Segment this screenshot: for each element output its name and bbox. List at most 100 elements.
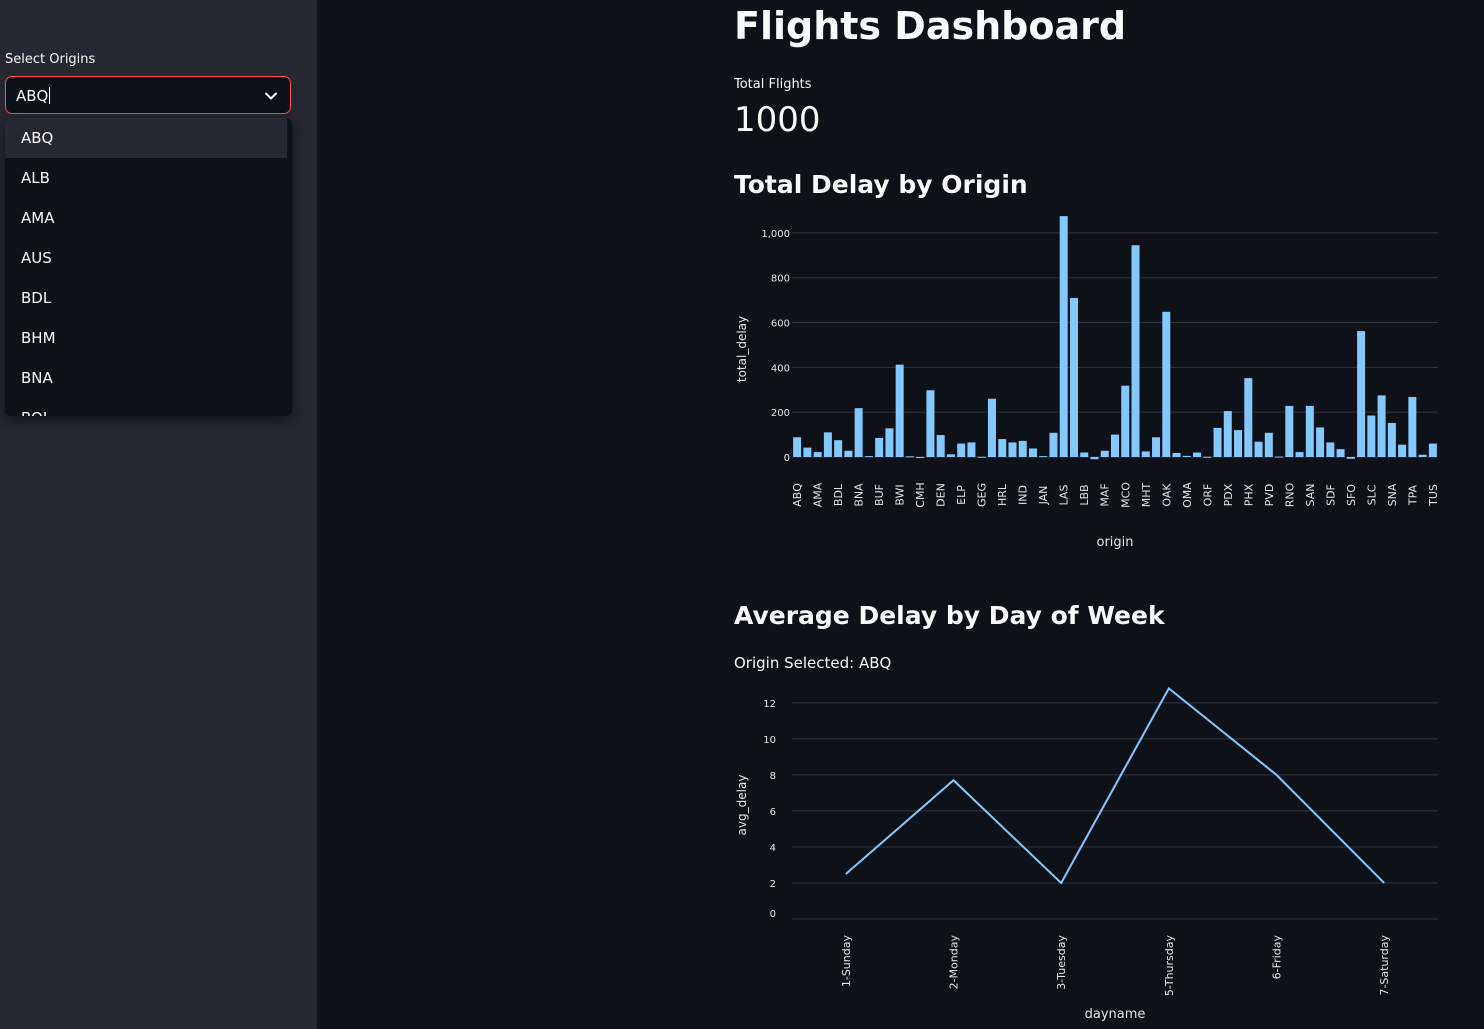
x-tick-label: PHX bbox=[1242, 483, 1255, 506]
y-tick-label: 4 bbox=[770, 843, 776, 854]
bar bbox=[1377, 395, 1386, 457]
x-tick-label: ELP bbox=[955, 485, 968, 505]
y-tick-label: 2 bbox=[770, 879, 776, 890]
select-origins-label: Select Origins bbox=[5, 52, 96, 67]
x-tick-label: BWI bbox=[894, 484, 907, 505]
dropdown-option[interactable]: BDL bbox=[5, 278, 287, 318]
y-tick-label: 400 bbox=[771, 363, 790, 374]
bar bbox=[998, 439, 1007, 457]
x-tick-label: BNA bbox=[853, 483, 866, 507]
x-tick-label: BUF bbox=[873, 484, 886, 506]
bar bbox=[1182, 455, 1191, 457]
x-tick-label: JAN bbox=[1037, 486, 1050, 506]
bar bbox=[1131, 245, 1140, 457]
bar bbox=[793, 437, 802, 457]
y-axis-label: avg_delay bbox=[735, 775, 749, 836]
x-tick-label: ORF bbox=[1201, 484, 1214, 507]
avg-delay-line-chart[interactable]: 0 2 4 6 8 10 12 1-Sunday 2-Monday 3-Tuesday 5-Thur… bbox=[728, 683, 1448, 1023]
x-tick-label: GEG bbox=[976, 483, 989, 507]
x-tick-label: MCO bbox=[1119, 482, 1132, 508]
x-tick-label: 6-Friday bbox=[1271, 935, 1284, 980]
bar bbox=[1244, 378, 1253, 457]
x-tick-label: 2-Monday bbox=[948, 935, 961, 990]
bar bbox=[875, 437, 884, 457]
bar bbox=[1275, 456, 1284, 458]
bar bbox=[1367, 415, 1376, 457]
bar bbox=[1336, 449, 1345, 457]
bar bbox=[1028, 448, 1037, 457]
series-line bbox=[845, 686, 1385, 885]
bar bbox=[1039, 456, 1048, 458]
x-tick-label: SLC bbox=[1365, 484, 1378, 505]
x-tick-label: TPA bbox=[1406, 484, 1419, 506]
y-tick-label: 600 bbox=[771, 319, 790, 330]
dropdown-option[interactable]: BNA bbox=[5, 358, 287, 398]
x-tick-label: OMA bbox=[1181, 482, 1194, 508]
bar bbox=[1121, 385, 1130, 457]
bar bbox=[1254, 441, 1263, 457]
bar bbox=[1008, 442, 1017, 457]
x-tick-label: TUS bbox=[1427, 484, 1440, 507]
chevron-down-icon[interactable] bbox=[264, 88, 278, 107]
x-tick-label: PVD bbox=[1263, 484, 1276, 507]
dropdown-option[interactable]: BOI bbox=[5, 398, 287, 416]
bar bbox=[1018, 440, 1027, 457]
bar bbox=[936, 435, 945, 457]
dropdown-option[interactable]: AUS bbox=[5, 238, 287, 278]
y-tick-label: 200 bbox=[771, 408, 790, 419]
x-tick-label: RNO bbox=[1283, 482, 1296, 507]
bar bbox=[1285, 405, 1294, 457]
x-tick-label: SAN bbox=[1304, 484, 1317, 507]
bar bbox=[1234, 430, 1243, 457]
y-tick-label: 6 bbox=[770, 807, 776, 818]
y-tick-label: 0 bbox=[784, 453, 790, 464]
x-tick-label: SDF bbox=[1324, 484, 1337, 506]
x-axis-label: origin bbox=[1096, 535, 1133, 550]
x-tick-label: DEN bbox=[935, 483, 948, 507]
bar bbox=[823, 432, 832, 457]
bar bbox=[977, 456, 986, 458]
bar bbox=[926, 390, 935, 457]
x-tick-label: SFO bbox=[1345, 484, 1358, 506]
bar bbox=[1326, 442, 1335, 457]
bar bbox=[1080, 452, 1089, 457]
origin-dropdown-list[interactable]: ABQ ALB AMA AUS BDL BHM BNA BOI bbox=[5, 118, 292, 416]
x-axis-label: dayname bbox=[1085, 1007, 1146, 1022]
bar bbox=[1418, 454, 1427, 457]
metric-value: 1000 bbox=[734, 100, 821, 140]
bar bbox=[1162, 311, 1171, 457]
bar bbox=[895, 364, 904, 457]
bar bbox=[1346, 457, 1355, 459]
bar bbox=[967, 442, 976, 457]
page-title: Flights Dashboard bbox=[734, 4, 1127, 48]
bar bbox=[1141, 451, 1150, 457]
bar bbox=[1193, 452, 1202, 457]
bar bbox=[1213, 427, 1222, 457]
dropdown-option[interactable]: AMA bbox=[5, 198, 287, 238]
chart2-heading: Average Delay by Day of Week bbox=[734, 601, 1165, 630]
bar bbox=[864, 456, 873, 458]
dropdown-option[interactable]: ALB bbox=[5, 158, 287, 198]
bar bbox=[1203, 456, 1212, 458]
bar bbox=[1100, 450, 1109, 457]
origin-selected-caption: Origin Selected: ABQ bbox=[734, 654, 892, 672]
x-tick-label: MAF bbox=[1099, 483, 1112, 506]
bar bbox=[1172, 452, 1181, 457]
x-tick-label: BDL bbox=[832, 483, 845, 506]
x-tick-label: 7-Saturday bbox=[1378, 935, 1391, 996]
dropdown-option[interactable]: ABQ bbox=[5, 118, 287, 158]
total-delay-bar-chart[interactable]: 0 200 400 600 800 1,000 ABQ AMA BDL BNA BUF BWI CMH D… bbox=[728, 215, 1448, 560]
dropdown-option[interactable]: BHM bbox=[5, 318, 287, 358]
x-tick-label: 5-Thursday bbox=[1163, 935, 1176, 997]
bar bbox=[1387, 422, 1396, 457]
metric-label: Total Flights bbox=[734, 77, 812, 92]
y-axis-label: total_delay bbox=[735, 316, 749, 382]
origin-multiselect-input[interactable]: ABQ bbox=[5, 76, 291, 114]
sidebar: Select Origins ABQ ABQ ALB AMA AUS BDL B… bbox=[0, 0, 317, 1029]
y-tick-label: 800 bbox=[771, 274, 790, 285]
bar bbox=[957, 443, 966, 457]
bar bbox=[813, 452, 822, 457]
bar bbox=[1152, 437, 1161, 457]
x-tick-label: ABQ bbox=[791, 483, 804, 507]
bar bbox=[844, 450, 853, 457]
